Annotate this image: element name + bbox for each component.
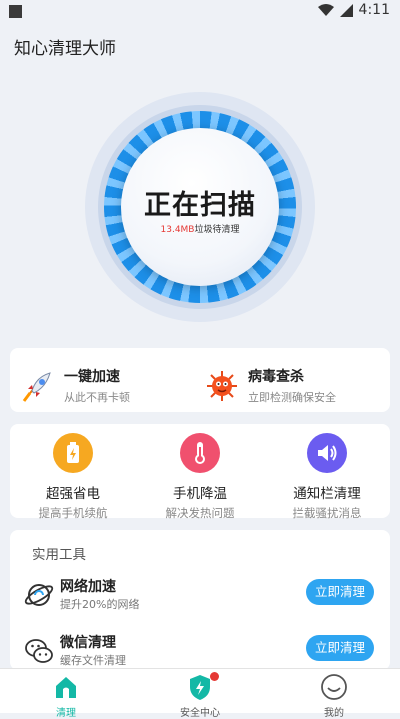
wechat-subtitle: 缓存文件清理 [60, 654, 126, 667]
network-icon [24, 584, 54, 606]
scan-status-title: 正在扫描 [144, 190, 256, 221]
cooling-subtitle: 解决发热问题 [165, 506, 235, 520]
wechat-icon [25, 639, 53, 663]
scan-junk-size: 13.4MB垃圾待清理 [121, 222, 279, 235]
signal-icon [339, 3, 353, 17]
notification-clean-subtitle: 拦截骚扰消息 [292, 506, 362, 520]
wechat-clean-button[interactable]: 立即清理 [306, 635, 374, 661]
status-time: 4:11 [358, 2, 390, 18]
status-icons: 4:11 [317, 2, 390, 18]
wifi-icon [317, 3, 334, 16]
notification-clean-title: 通知栏清理 [293, 486, 361, 502]
status-bar: 4:11 [0, 0, 400, 24]
cooling-title: 手机降温 [173, 486, 227, 502]
rocket-icon [22, 371, 51, 402]
utilities-section-title: 实用工具 [32, 547, 86, 563]
tools-card: 超强省电 提高手机续航 手机降温 解决发热问题 通知栏清理 拦截骚扰消息 [10, 424, 390, 521]
virus-subtitle: 立即检测确保安全 [248, 391, 336, 404]
utility-row-wechat: 微信清理 缓存文件清理 立即清理 [10, 630, 390, 670]
home-icon [51, 672, 81, 702]
power-saving-subtitle: 提高手机续航 [38, 506, 108, 520]
battery-icon [53, 433, 93, 473]
utility-row-network: 网络加速 提升20%的网络 立即清理 [10, 574, 390, 614]
notification-dot [210, 672, 219, 681]
speaker-icon [307, 433, 347, 473]
one-click-speedup[interactable]: 一键加速 从此不再卡顿 [18, 366, 130, 405]
virus-icon [207, 370, 237, 401]
notification-square-icon [9, 5, 22, 18]
speedup-title: 一键加速 [64, 369, 120, 385]
tool-power-saving[interactable]: 超强省电 提高手机续航 [10, 433, 136, 521]
thermometer-icon [180, 433, 220, 473]
speedup-subtitle: 从此不再卡顿 [64, 391, 130, 404]
junk-size-value: 13.4MB [160, 225, 195, 235]
virus-title: 病毒查杀 [248, 369, 304, 385]
bottom-nav: 清理 安全中心 我的 [0, 668, 400, 719]
power-saving-title: 超强省电 [46, 486, 100, 502]
tool-phone-cooling[interactable]: 手机降温 解决发热问题 [137, 433, 263, 521]
junk-size-label: 垃圾待清理 [194, 225, 240, 235]
network-title: 网络加速 [60, 579, 116, 595]
virus-scan[interactable]: 病毒查杀 立即检测确保安全 [204, 366, 336, 405]
shield-icon [185, 672, 219, 702]
network-subtitle: 提升20%的网络 [60, 598, 140, 611]
wechat-title: 微信清理 [60, 635, 116, 651]
smiley-icon [319, 672, 349, 702]
tool-notification-clean[interactable]: 通知栏清理 拦截骚扰消息 [264, 433, 390, 521]
utilities-card: 实用工具 网络加速 提升20%的网络 立即清理 微信清理 缓存文件清理 立即清理 [10, 530, 390, 670]
network-clean-button[interactable]: 立即清理 [306, 579, 374, 605]
quick-features-card: 一键加速 从此不再卡顿 病毒查杀 立即检测确保安全 [10, 348, 390, 412]
app-title: 知心清理大师 [14, 39, 116, 59]
